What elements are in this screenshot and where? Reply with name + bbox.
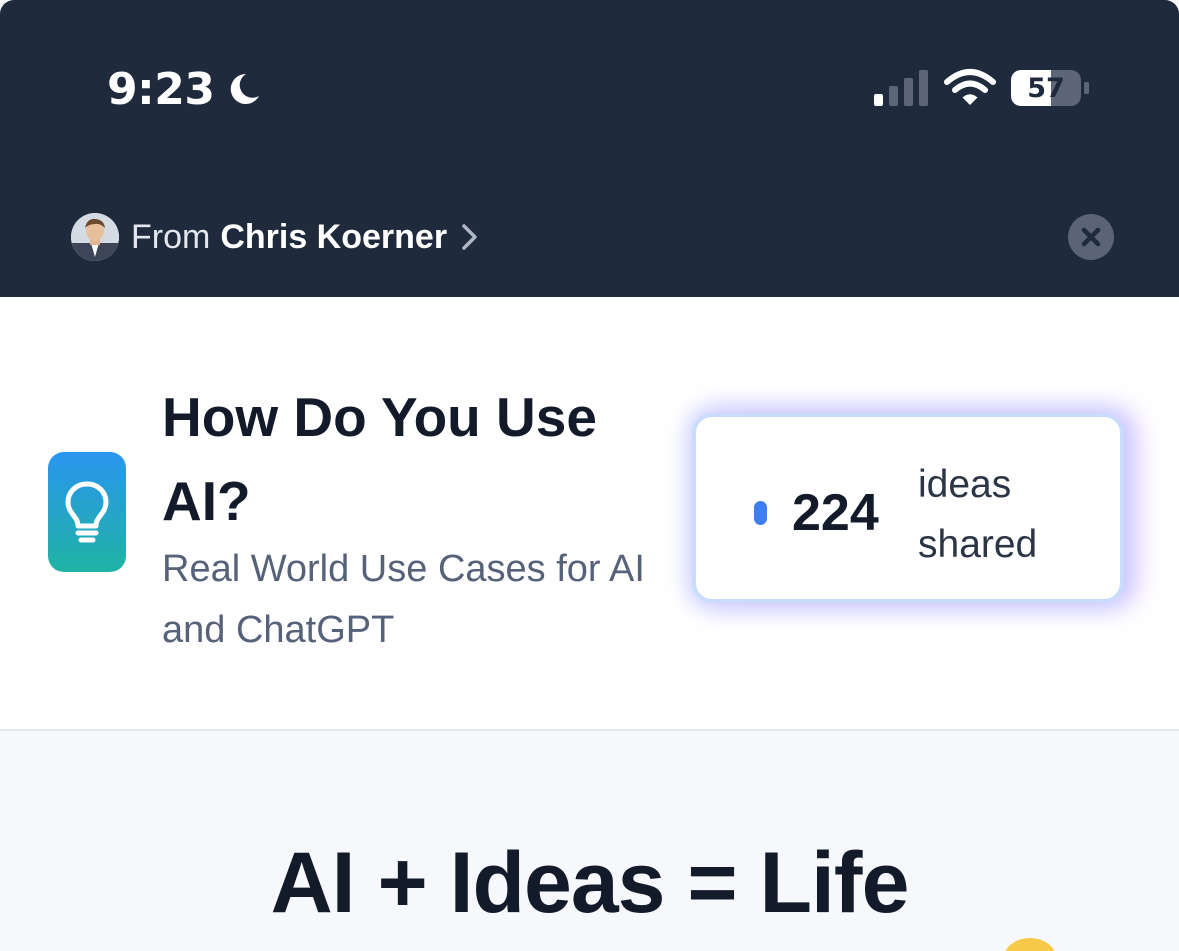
moon-icon <box>231 73 260 104</box>
ideas-shared-counter: 224 ideas shared <box>692 413 1124 603</box>
wifi-icon <box>944 69 996 105</box>
battery-level: 57 <box>1027 72 1065 104</box>
chevron-right-icon <box>462 224 477 250</box>
avatar-portrait-icon <box>71 213 119 261</box>
from-label: From <box>131 217 211 256</box>
ideas-count: 224 <box>792 484 879 542</box>
app-title: How Do You Use AI? <box>162 386 597 532</box>
app-screen: 9:23 57 From Chris Koerner How Do You Us… <box>0 0 1179 951</box>
app-header-card: How Do You Use AI? Real World Use Cases … <box>0 297 1179 731</box>
status-clock: 9:23 <box>107 62 264 116</box>
top-header: 9:23 57 From Chris Koerner <box>0 0 1179 297</box>
hero-title: AI + Ideas = Life <box>270 835 910 931</box>
status-time: 9:23 <box>107 63 215 115</box>
app-logo <box>48 452 126 572</box>
lightbulb-icon <box>65 481 109 543</box>
close-button[interactable] <box>1068 214 1114 260</box>
ideas-label: ideas shared <box>918 463 1038 566</box>
app-subtitle: Real World Use Cases for AI and ChatGPT <box>162 548 645 651</box>
close-icon <box>1081 227 1101 247</box>
live-indicator-dot <box>754 501 767 525</box>
cellular-signal-icon <box>874 70 928 106</box>
avatar <box>71 213 119 261</box>
author-name: Chris Koerner <box>220 217 448 256</box>
emoji-icon <box>1004 938 1056 951</box>
from-author-link[interactable]: From Chris Koerner <box>71 212 481 262</box>
